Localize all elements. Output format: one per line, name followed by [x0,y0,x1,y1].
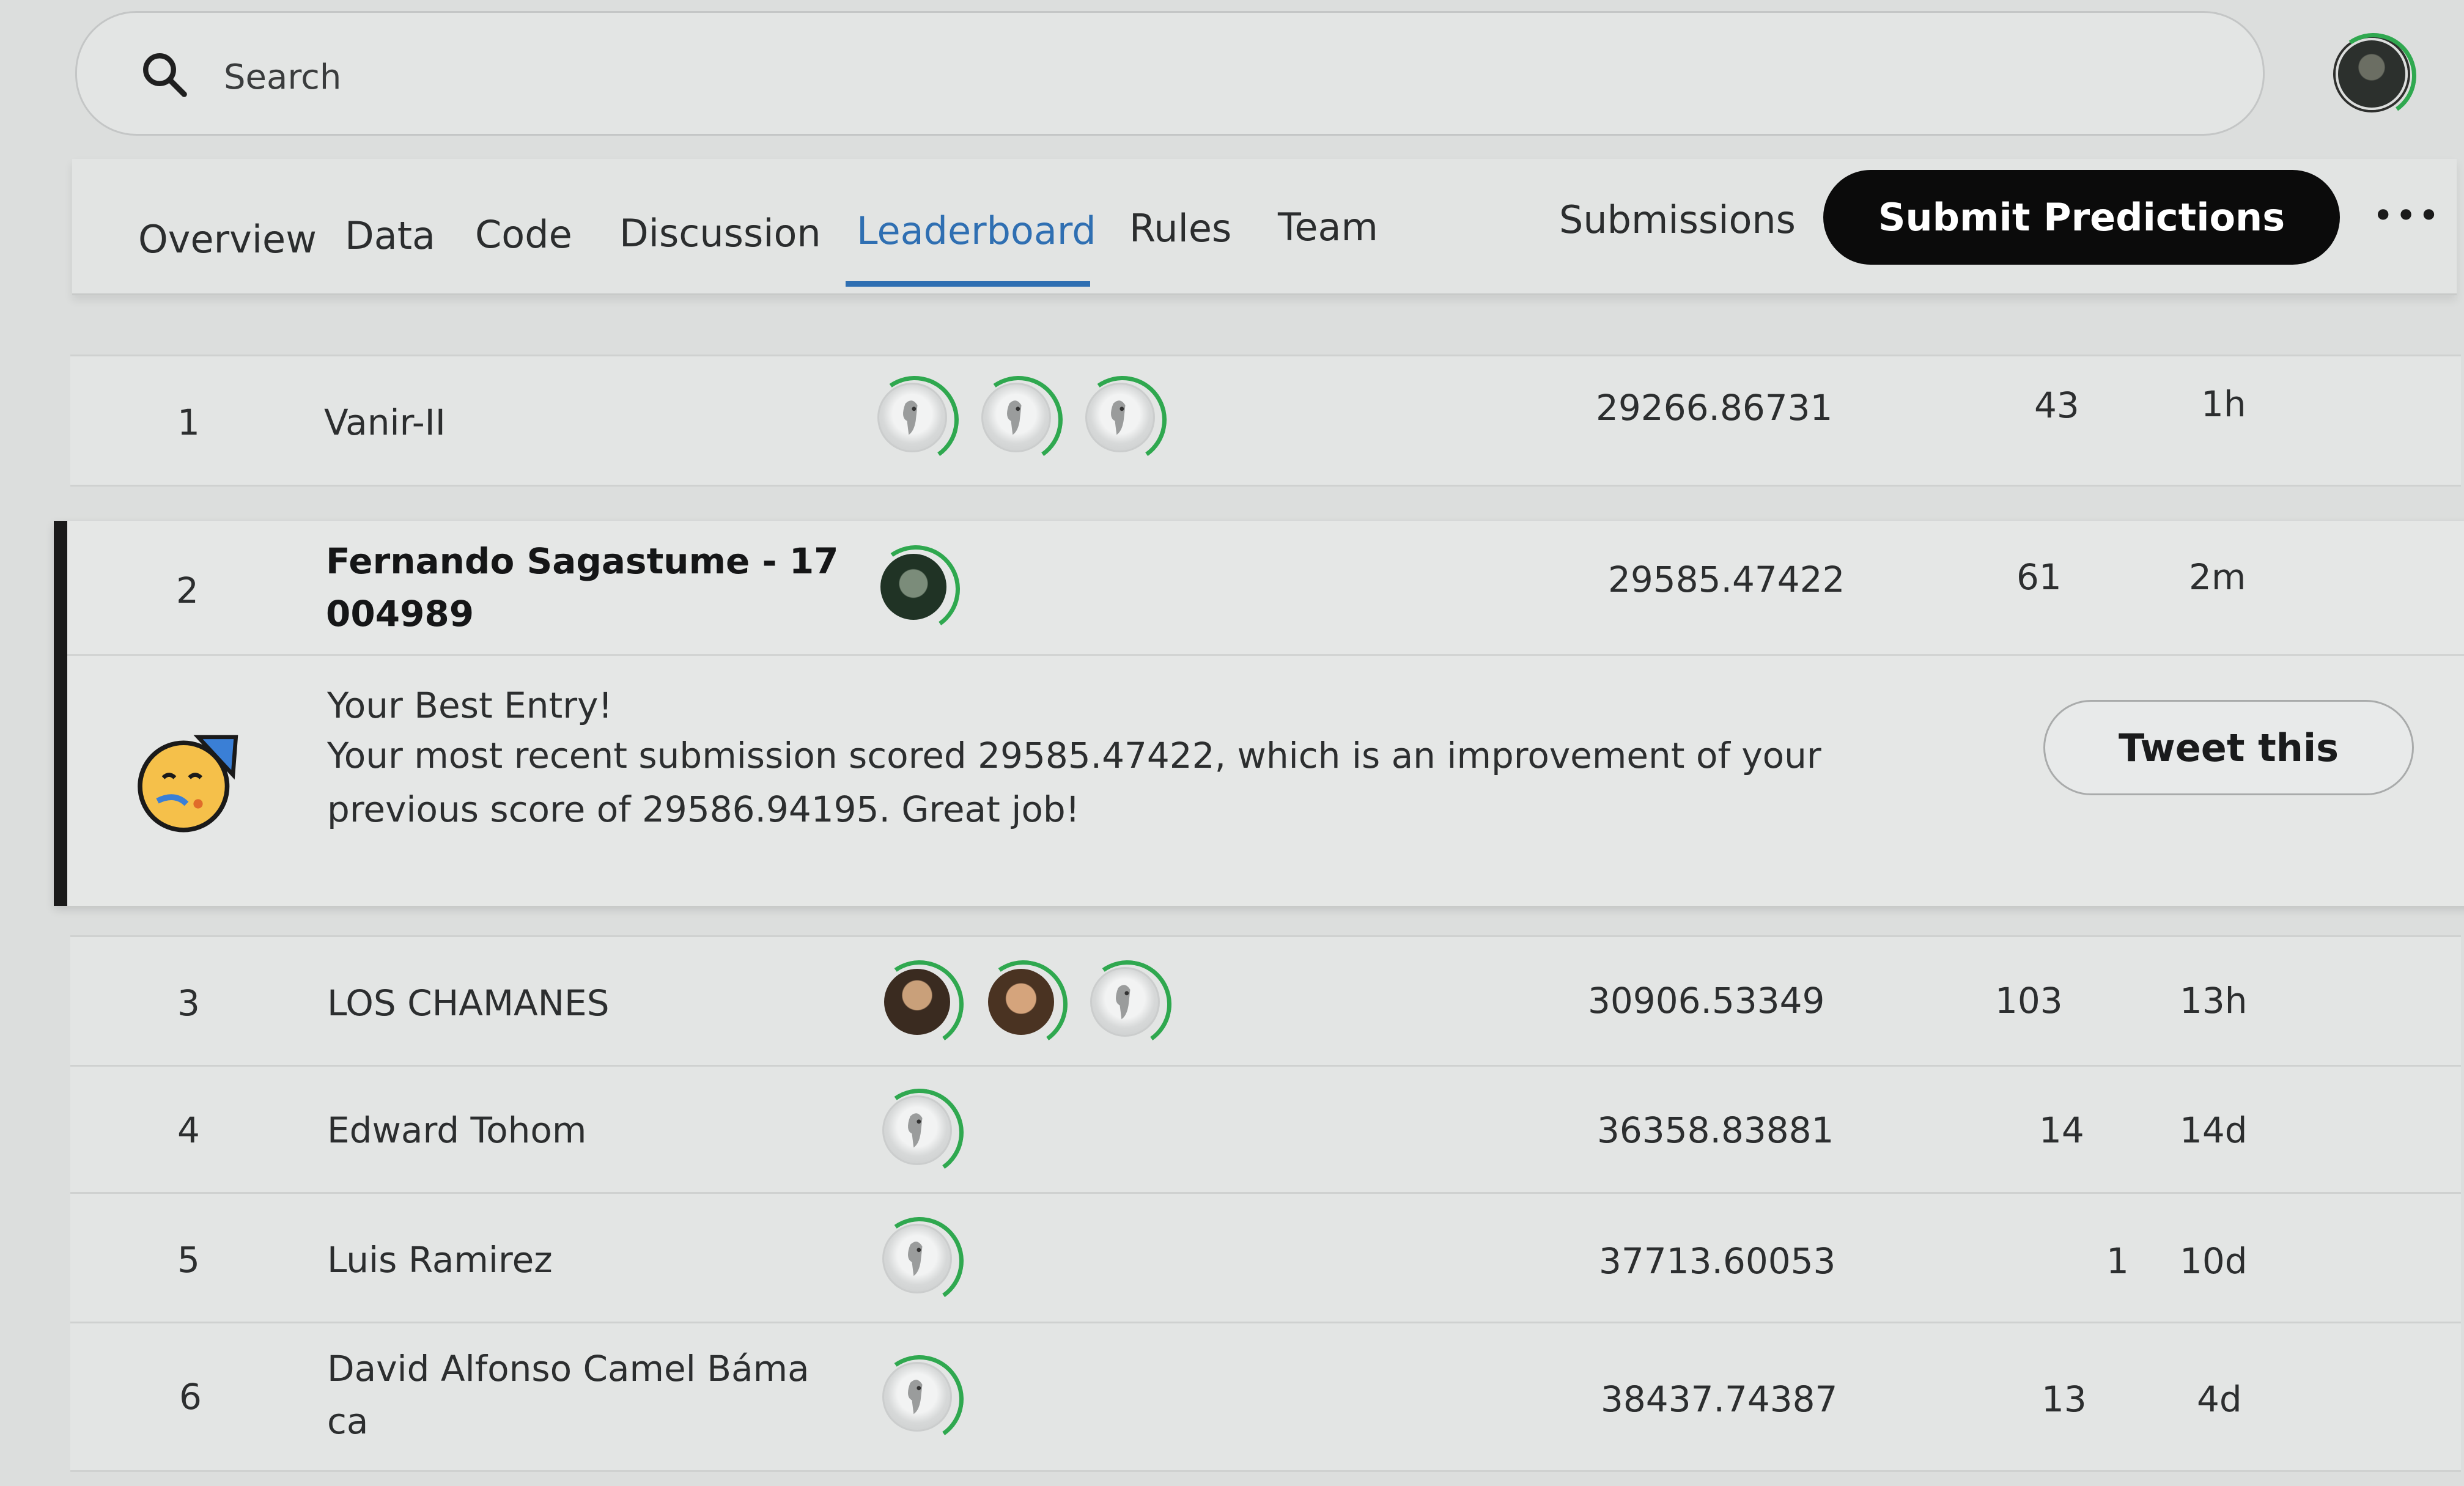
tab-code[interactable]: Code [475,216,572,254]
submissions-link[interactable]: Submissions [1559,201,1796,239]
member-avatar[interactable] [882,1362,952,1432]
rank: 4 [177,1109,200,1151]
entries: 1 [2106,1240,2129,1282]
user-avatar-default-icon [903,400,918,435]
member-avatar[interactable] [988,969,1054,1035]
current-user-row: 2 Fernando Sagastume - 17 004989 29585.4… [54,521,2464,906]
score: 36358.83881 [1597,1109,1834,1151]
score: 29585.47422 [1608,558,1845,600]
rank: 3 [177,982,200,1024]
score: 29266.86731 [1596,386,1833,429]
team-name[interactable]: Vanir-II [324,397,446,448]
tab-overview[interactable]: Overview [138,221,317,259]
team-name[interactable]: Luis Ramirez [327,1234,553,1286]
tab-team[interactable]: Team [1278,208,1378,246]
active-tab-indicator [846,281,1090,287]
member-avatar[interactable] [880,554,946,620]
member-avatar[interactable] [884,969,950,1035]
user-avatar[interactable] [2336,38,2408,110]
team-name-line2[interactable]: 004989 [326,588,474,639]
score: 38437.74387 [1601,1378,1838,1420]
team-name-line2[interactable]: ca [327,1396,368,1447]
member-avatar[interactable] [981,383,1051,452]
divider [67,654,2464,656]
member-avatar[interactable] [882,1095,952,1165]
best-entry-title: Your Best Entry! [327,685,613,726]
last-submission: 10d [2180,1240,2248,1282]
tab-data[interactable]: Data [345,217,435,255]
leaderboard-row[interactable]: 4 Edward Tohom 36358.83881 14 14d [70,1065,2461,1194]
tab-rules[interactable]: Rules [1129,210,1231,248]
last-submission: 4d [2197,1378,2242,1420]
member-avatar[interactable] [1090,967,1160,1037]
best-entry-message-line2: previous score of 29586.94195. Great job… [327,789,1080,830]
celebration-emoji-icon [138,735,238,833]
submit-predictions-button[interactable]: Submit Predictions [1823,170,2340,265]
user-avatar-default-icon [908,1113,923,1148]
score: 37713.60053 [1599,1240,1836,1282]
tab-discussion[interactable]: Discussion [619,215,821,252]
tab-leaderboard[interactable]: Leaderboard [857,212,1096,250]
member-avatar[interactable] [882,1224,952,1293]
more-options-icon[interactable]: ••• [2372,194,2441,237]
leaderboard-row[interactable]: 6 David Alfonso Camel Báma ca 38437.7438… [70,1322,2461,1472]
entries: 14 [2039,1109,2084,1151]
rank: 2 [176,569,199,611]
last-submission: 13h [2180,979,2248,1021]
entries: 103 [1995,979,2063,1021]
rank: 1 [177,401,200,443]
last-submission: 14d [2180,1109,2248,1151]
last-submission: 1h [2201,383,2246,425]
user-avatar-default-icon [1116,985,1131,1020]
rank: 6 [179,1375,202,1418]
rank: 5 [177,1238,200,1281]
leaderboard-row[interactable]: 5 Luis Ramirez 37713.60053 1 10d [70,1192,2461,1324]
team-name[interactable]: LOS CHAMANES [327,977,610,1029]
search-placeholder: Search [224,57,342,97]
team-name[interactable]: Edward Tohom [327,1105,586,1156]
entries: 13 [2042,1378,2087,1420]
member-avatar[interactable] [1085,383,1155,452]
user-avatar-default-icon [908,1380,923,1414]
leaderboard-row[interactable]: 1 Vanir-II 29266.86731 43 1h [70,355,2461,487]
score: 30906.53349 [1588,979,1825,1021]
entries: 61 [2016,556,2062,598]
user-avatar-default-icon [1111,400,1126,435]
member-avatar[interactable] [877,383,947,452]
team-name-line1[interactable]: Fernando Sagastume - 17 [326,535,839,587]
best-entry-message-line1: Your most recent submission scored 29585… [327,735,1821,776]
entries: 43 [2034,384,2079,426]
leaderboard-row[interactable]: 3 LOS CHAMANES 30906.53349 103 13h [70,935,2461,1067]
search-icon [143,53,187,97]
user-avatar-default-icon [908,1241,923,1276]
team-name-line1[interactable]: David Alfonso Camel Báma [327,1343,810,1394]
user-avatar-default-icon [1007,400,1022,435]
last-submission: 2m [2189,556,2246,598]
search-bar[interactable]: Search [75,11,2265,136]
tweet-this-button[interactable]: Tweet this [2043,700,2414,795]
